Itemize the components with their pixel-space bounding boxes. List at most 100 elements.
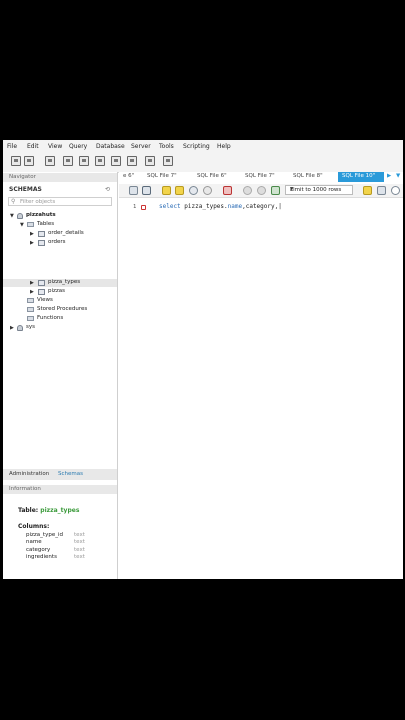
stop-icon[interactable] (203, 186, 212, 195)
menu-server[interactable]: Server (131, 143, 151, 150)
menu-view[interactable]: View (48, 143, 62, 150)
menu-database[interactable]: Database (96, 143, 125, 150)
column-name: name (26, 539, 42, 545)
create-procedure-icon[interactable] (111, 156, 121, 166)
functions-node[interactable]: Functions (37, 315, 63, 321)
tab-sql-file[interactable]: SQL File 7" (147, 173, 177, 179)
beautify-icon[interactable] (377, 186, 386, 195)
menu-bar: File Edit View Query Database Server Too… (3, 140, 403, 152)
filter-placeholder: Filter objects (20, 199, 56, 205)
column-type: text (74, 532, 85, 538)
query-area: e 6" SQL File 7" SQL File 6" SQL File 7"… (119, 172, 403, 579)
tab-sql-file[interactable]: SQL File 7" (245, 173, 275, 179)
navigator-panel: Navigator SCHEMAS ⟲ ⚲ Filter objects ▼ p… (3, 172, 118, 579)
execute-current-icon[interactable] (175, 186, 184, 195)
autocommit-icon[interactable] (271, 186, 280, 195)
table-pizza-types[interactable]: pizza_types (48, 279, 80, 285)
tab-sql-file[interactable]: SQL File 8" (293, 173, 323, 179)
collapse-arrow-icon[interactable]: ▶ (30, 240, 34, 246)
line-number: 1 (133, 204, 137, 210)
tables-folder-icon (27, 222, 34, 227)
menu-scripting[interactable]: Scripting (183, 143, 210, 150)
search-icon: ⚲ (11, 198, 16, 205)
functions-folder-icon (27, 316, 34, 321)
navigator-header: Navigator (3, 173, 117, 182)
save-icon[interactable] (142, 186, 151, 195)
expand-arrow-icon[interactable]: ▼ (20, 222, 24, 228)
collapse-arrow-icon[interactable]: ▶ (30, 231, 34, 237)
tab-scroll-right-icon[interactable]: ▶ (387, 173, 391, 179)
column-name: ingredients (26, 554, 57, 560)
info-table-name: pizza_types (40, 507, 80, 514)
views-folder-icon (27, 298, 34, 303)
expand-arrow-icon[interactable]: ▼ (10, 213, 14, 219)
database-icon (17, 325, 23, 331)
column-type: text (74, 539, 85, 545)
menu-query[interactable]: Query (69, 143, 87, 150)
tab-list-icon[interactable]: ▼ (396, 173, 400, 179)
create-schema-icon[interactable] (63, 156, 73, 166)
column-type: text (74, 547, 85, 553)
table-pizzas[interactable]: pizzas (48, 288, 65, 294)
info-table-line: Table: pizza_types (18, 507, 80, 514)
table-icon (38, 240, 45, 246)
column-type: text (74, 554, 85, 560)
table-order-details[interactable]: order_details (48, 230, 84, 236)
menu-help[interactable]: Help (217, 143, 231, 150)
query-tabs: e 6" SQL File 7" SQL File 6" SQL File 7"… (119, 172, 403, 182)
sql-editor[interactable]: 1 select pizza_types.name,category,| (119, 198, 403, 579)
tab-sql-file[interactable]: e 6" (123, 173, 134, 179)
text-cursor: | (278, 203, 282, 210)
explain-icon[interactable] (189, 186, 198, 195)
create-table-icon[interactable] (79, 156, 89, 166)
create-view-icon[interactable] (95, 156, 105, 166)
collapse-arrow-icon[interactable]: ▶ (30, 289, 34, 295)
statement-marker-icon (141, 205, 146, 210)
search-table-icon[interactable] (145, 156, 155, 166)
table-icon (38, 280, 45, 286)
reconnect-icon[interactable] (163, 156, 173, 166)
new-connection-icon[interactable] (11, 156, 21, 166)
inspector-icon[interactable] (45, 156, 55, 166)
information-header: Information (3, 485, 117, 494)
find-icon[interactable] (391, 186, 400, 195)
table-orders[interactable]: orders (48, 239, 66, 245)
schema-pizzahuts[interactable]: pizzahuts (26, 212, 56, 218)
views-node[interactable]: Views (37, 297, 53, 303)
columns-label: Columns: (18, 523, 50, 530)
rollback-icon[interactable] (257, 186, 266, 195)
bookmark-icon[interactable] (363, 186, 372, 195)
schema-sys[interactable]: sys (26, 324, 35, 330)
tab-schemas[interactable]: Schemas (58, 471, 83, 477)
stored-procedures-node[interactable]: Stored Procedures (37, 306, 87, 312)
schemas-label: SCHEMAS (9, 186, 42, 193)
procedures-folder-icon (27, 307, 34, 312)
column-name: category (26, 547, 51, 553)
tables-node[interactable]: Tables (37, 221, 54, 227)
navigator-bottom-tabs: Administration Schemas (3, 469, 117, 480)
column-name: pizza_type_id (26, 532, 63, 538)
toggle-error-icon[interactable] (223, 186, 232, 195)
collapse-arrow-icon[interactable]: ▶ (10, 325, 14, 331)
filter-input[interactable]: ⚲ Filter objects (8, 197, 112, 206)
tab-sql-file-active[interactable]: SQL File 10" (338, 172, 384, 182)
refresh-icon[interactable]: ⟲ (105, 186, 110, 193)
collapse-arrow-icon[interactable]: ▶ (30, 280, 34, 286)
create-function-icon[interactable] (127, 156, 137, 166)
workbench-window: File Edit View Query Database Server Too… (3, 140, 403, 579)
menu-edit[interactable]: Edit (27, 143, 39, 150)
database-icon (17, 213, 23, 219)
execute-icon[interactable] (162, 186, 171, 195)
tab-administration[interactable]: Administration (9, 471, 49, 477)
chevron-down-icon: ▼ (290, 187, 294, 192)
commit-icon[interactable] (243, 186, 252, 195)
limit-rows-select[interactable]: Limit to 1000 rows ▼ (285, 185, 353, 195)
open-sql-icon[interactable] (24, 156, 34, 166)
open-file-icon[interactable] (129, 186, 138, 195)
query-toolbar: Limit to 1000 rows ▼ (119, 184, 403, 198)
tab-sql-file[interactable]: SQL File 6" (197, 173, 227, 179)
menu-file[interactable]: File (7, 143, 17, 150)
code-line[interactable]: select pizza_types.name,category,| (159, 203, 282, 210)
menu-tools[interactable]: Tools (159, 143, 174, 150)
table-icon (38, 289, 45, 295)
